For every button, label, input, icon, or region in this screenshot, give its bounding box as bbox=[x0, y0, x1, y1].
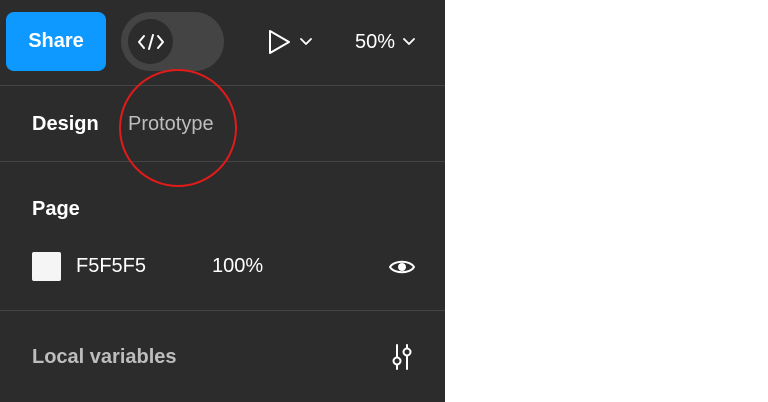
properties-panel: Share 50% Design Prototype Page F5F5F5 1… bbox=[0, 0, 445, 402]
play-icon bbox=[269, 30, 290, 54]
zoom-dropdown[interactable]: 50% bbox=[355, 25, 415, 59]
share-button-label: Share bbox=[28, 30, 84, 52]
local-variables-label[interactable]: Local variables bbox=[32, 346, 177, 369]
page-section: Page F5F5F5 100% bbox=[0, 162, 445, 311]
page-section-title: Page bbox=[32, 198, 80, 220]
tab-design[interactable]: Design bbox=[32, 113, 99, 136]
page-color-hex[interactable]: F5F5F5 bbox=[76, 255, 146, 278]
dev-mode-toggle[interactable] bbox=[121, 12, 224, 71]
top-toolbar: Share 50% bbox=[0, 0, 445, 86]
present-button[interactable] bbox=[266, 25, 312, 59]
panel-tabs: Design Prototype bbox=[0, 86, 445, 162]
page-color-opacity[interactable]: 100% bbox=[212, 255, 263, 278]
dev-mode-knob bbox=[128, 19, 173, 64]
chevron-down-icon bbox=[403, 38, 415, 45]
sliders-icon[interactable] bbox=[390, 343, 414, 371]
share-button[interactable]: Share bbox=[6, 12, 106, 71]
page-color-swatch[interactable] bbox=[32, 252, 61, 281]
eye-icon[interactable] bbox=[388, 256, 416, 278]
code-brackets-icon bbox=[137, 33, 164, 50]
chevron-down-icon bbox=[300, 38, 312, 45]
tab-prototype[interactable]: Prototype bbox=[128, 113, 214, 136]
zoom-value: 50% bbox=[355, 30, 396, 53]
